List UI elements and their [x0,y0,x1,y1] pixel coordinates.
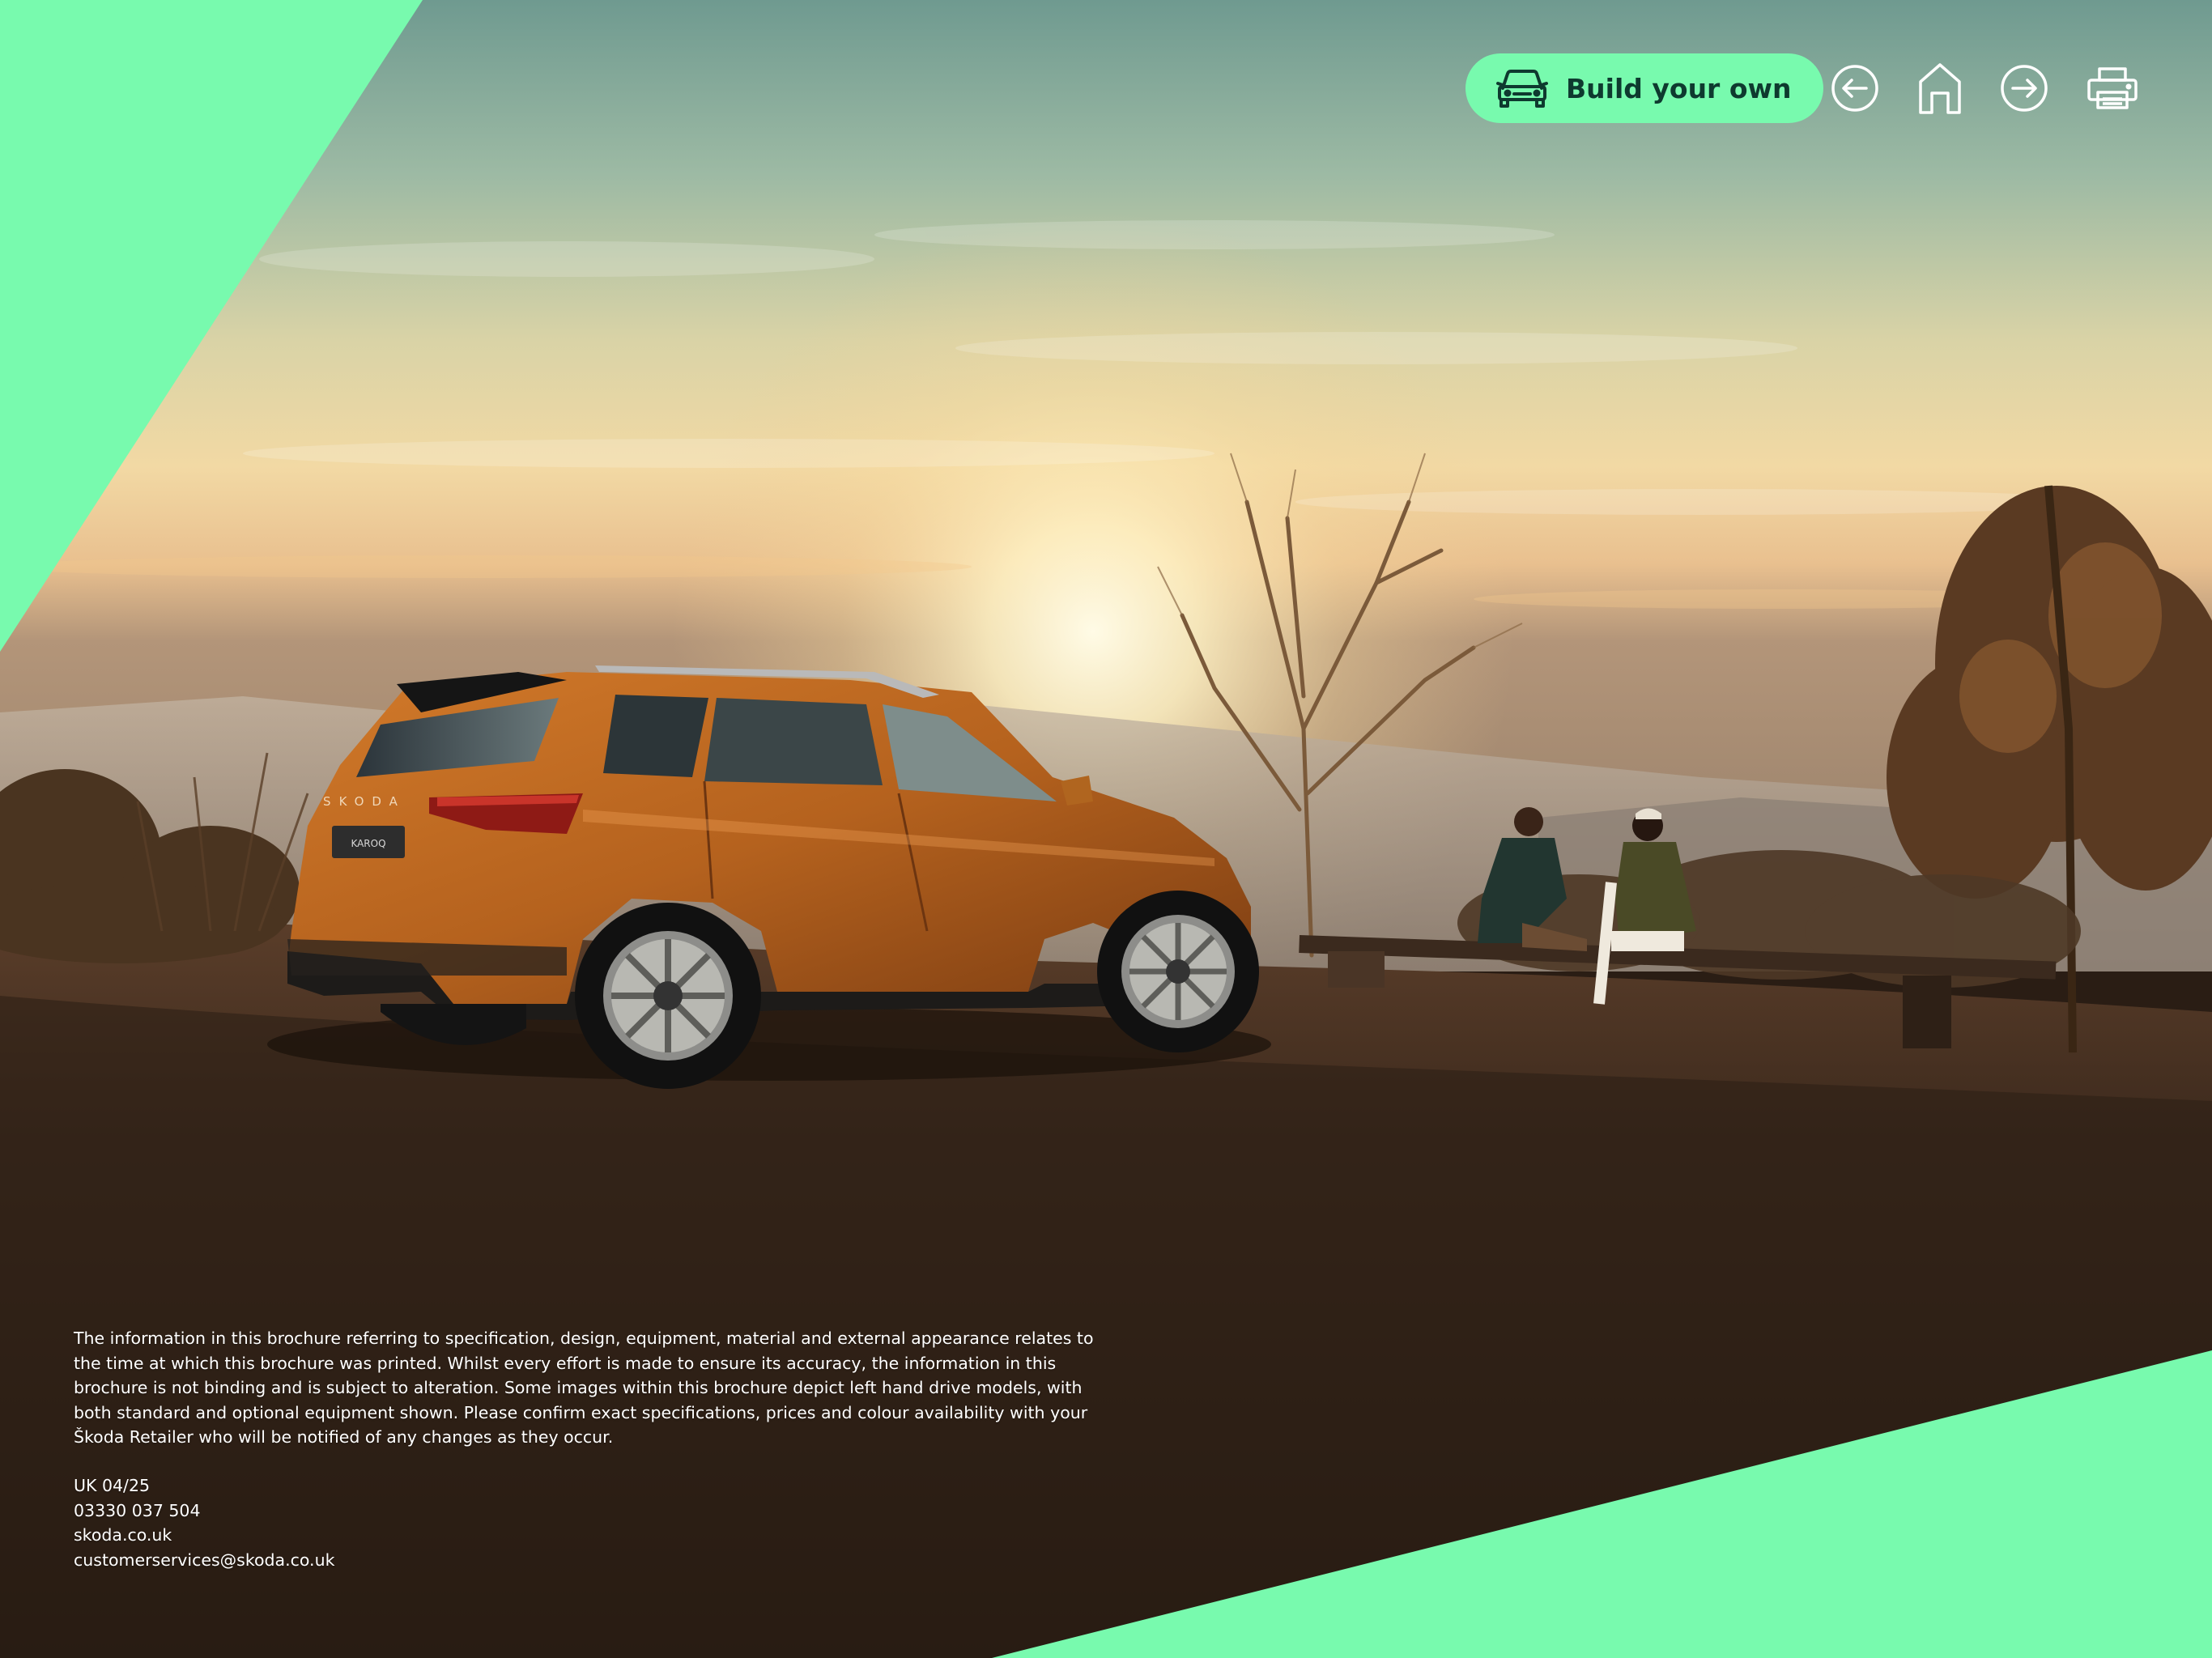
arrow-right-circle-icon [2000,64,2048,113]
home-button[interactable] [1905,53,1975,123]
arrow-left-circle-icon [1831,64,1879,113]
print-button[interactable] [2078,53,2147,123]
car-brand: SKODA [323,794,406,809]
forward-button[interactable] [1989,53,2059,123]
back-button[interactable] [1820,53,1890,123]
edition-code: UK 04/25 [74,1476,151,1495]
build-your-own-button[interactable]: Build your own [1465,53,1824,123]
printer-icon [2087,66,2138,110]
car-badge: KAROQ [351,838,385,849]
contact-block: UK 04/25 03330 037 504 skoda.co.uk custo… [74,1473,334,1572]
home-icon [1917,62,1963,114]
email-link[interactable]: customerservices@skoda.co.uk [74,1548,334,1573]
phone-number: 03330 037 504 [74,1500,201,1520]
car-icon [1496,67,1548,109]
legal-disclaimer: The information in this brochure referri… [74,1329,1094,1447]
build-your-own-label: Build your own [1566,72,1792,104]
website-link[interactable]: skoda.co.uk [74,1523,334,1548]
top-toolbar: Build your own [1465,53,1824,123]
